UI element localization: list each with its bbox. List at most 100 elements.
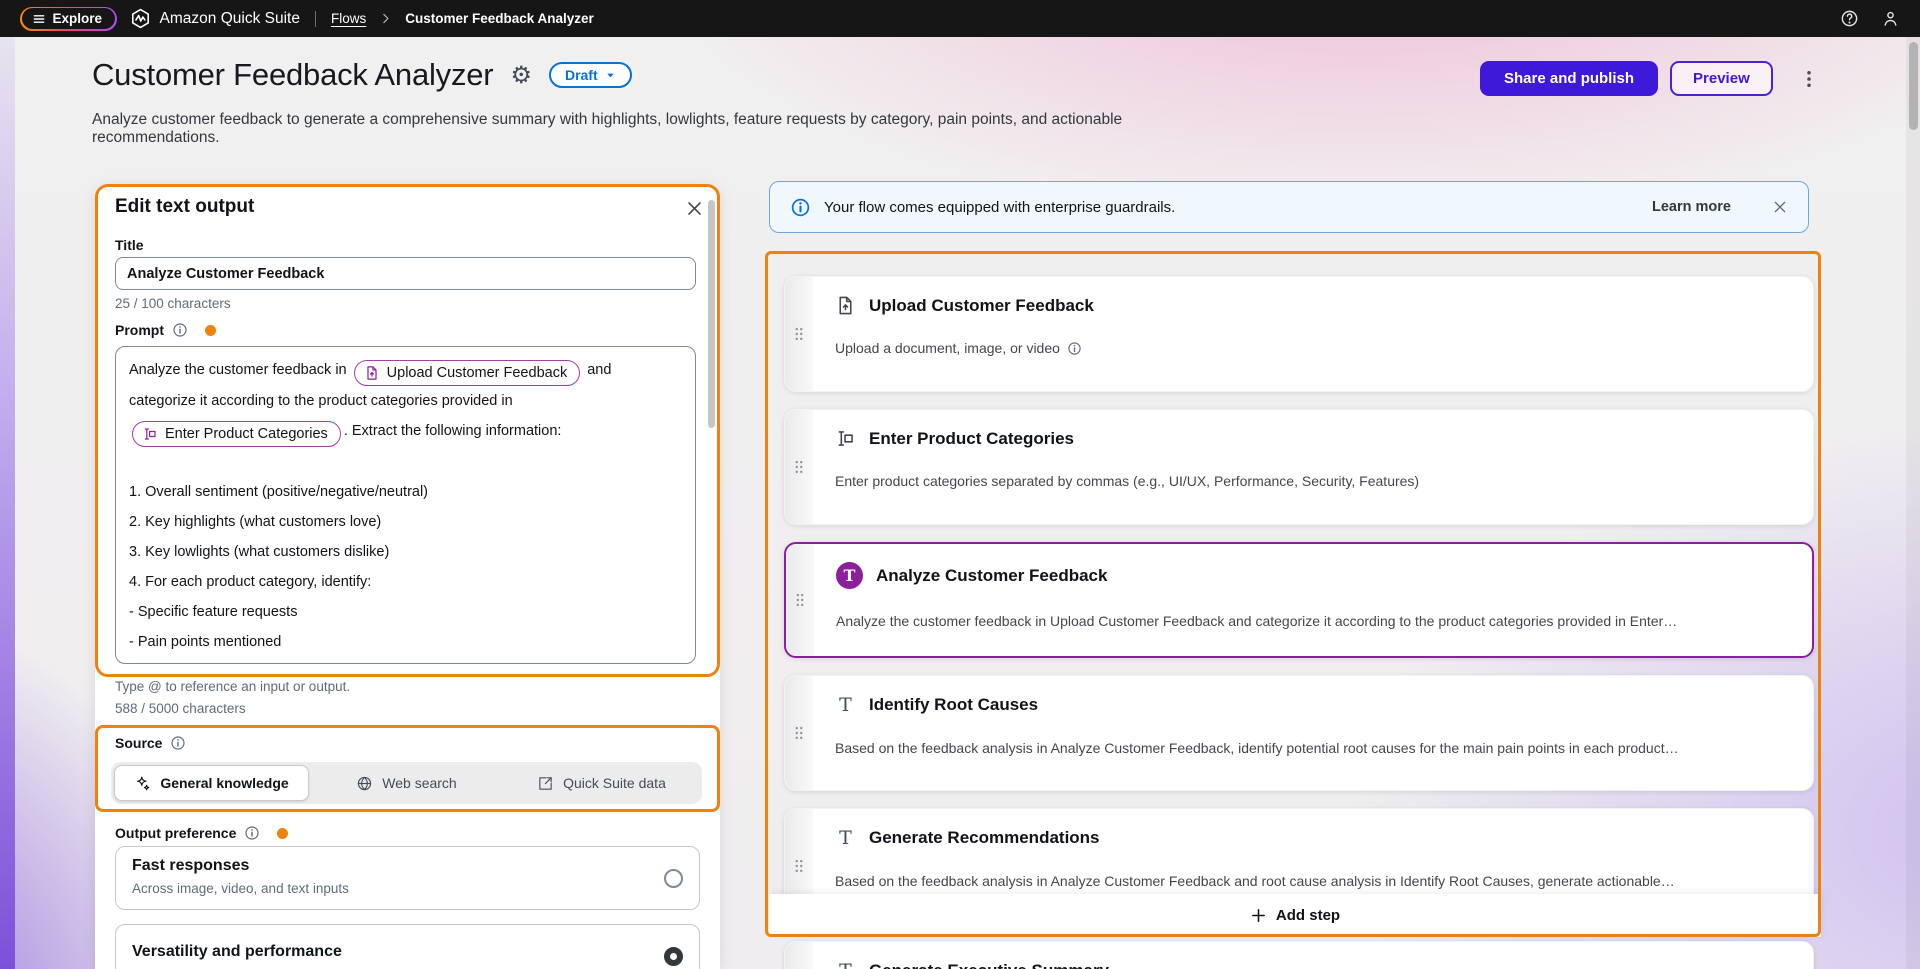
text-input-icon [142,426,158,442]
share-and-publish-button[interactable]: Share and publish [1480,61,1658,96]
prompt-scrollbar-thumb[interactable] [708,200,715,428]
banner-close-icon[interactable] [1772,199,1788,215]
info-icon [790,197,811,218]
title-field-label: Title [115,237,144,253]
output-preference-status-dot [277,828,288,839]
step-card-body: TGenerate RecommendationsBased on the fe… [813,809,1813,889]
breadcrumb-flows-link[interactable]: Flows [331,11,366,26]
step-description: Based on the feedback analysis in Analyz… [835,740,1787,756]
page-scrollbar-thumb[interactable] [1909,42,1918,130]
drag-handle[interactable] [785,942,813,969]
drag-handle[interactable] [785,277,813,391]
step-card-upload-customer-feedback[interactable]: Upload Customer FeedbackUpload a documen… [784,276,1814,392]
option-versatility-performance[interactable]: Versatility and performance [115,924,700,969]
prompt-reference-pill[interactable]: Enter Product Categories [132,421,341,447]
step-title: Upload Customer Feedback [869,296,1094,316]
top-navigation-bar: Explore Amazon Quick Suite Flows Custome… [0,0,1920,37]
sparkle-icon [134,775,151,792]
brand-name: Amazon Quick Suite [160,10,300,28]
close-panel-icon[interactable] [685,199,704,218]
drag-dots-icon [790,325,808,343]
user-account-icon[interactable] [1881,9,1900,28]
breadcrumb-current-page: Customer Feedback Analyzer [405,11,594,26]
step-title: Identify Root Causes [869,695,1038,715]
option-subtitle: Across image, video, and text inputs [132,881,349,896]
radio-selected[interactable] [664,947,683,966]
flow-settings-gear-icon[interactable]: ⚙ [510,63,532,87]
guardrails-banner: Your flow comes equipped with enterprise… [769,181,1809,233]
description-info-icon[interactable] [1067,341,1082,356]
drag-handle[interactable] [785,676,813,790]
title-input[interactable] [115,257,696,290]
step-description: Enter product categories separated by co… [835,473,1787,489]
prompt-editor[interactable]: Analyze the customer feedback in Upload … [115,346,696,664]
quick-suite-logo-icon [130,8,151,29]
page-title: Customer Feedback Analyzer [92,57,493,93]
page-header: Customer Feedback Analyzer ⚙ Draft [92,57,632,93]
main-canvas: Customer Feedback Analyzer ⚙ Draft Analy… [0,37,1920,969]
step-card-generate-executive-summary[interactable]: TGenerate Executive Summary [784,941,1814,969]
flow-description: Analyze customer feedback to generate a … [92,111,1212,147]
breadcrumb-divider [315,11,316,27]
prompt-field-label: Prompt [115,322,164,338]
upload-file-icon [364,365,380,381]
source-segmented-control: General knowledge Web search Quick Suite d… [111,762,702,804]
explore-label: Explore [53,11,103,26]
prompt-character-counter: 588 / 5000 characters [115,701,246,716]
source-label: Source [115,735,162,751]
chevron-right-icon [379,12,392,25]
panel-title: Edit text output [115,196,254,218]
option-fast-responses[interactable]: Fast responses Across image, video, and … [115,846,700,910]
source-option-quick-suite-data[interactable]: Quick Suite data [504,765,699,801]
step-card-body: TGenerate Executive Summary [813,942,1813,969]
header-actions: Share and publish Preview [1480,61,1819,96]
brand-home-link[interactable]: Amazon Quick Suite [130,8,300,29]
step-card-body: TIdentify Root CausesBased on the feedba… [813,676,1813,756]
prompt-reference-hint: Type @ to reference an input or output. [115,679,350,694]
explore-button[interactable]: Explore [20,7,117,31]
edit-text-output-panel: Edit text output Title 25 / 100 characte… [95,184,720,969]
source-option-label: Web search [382,775,456,791]
prompt-reference-pill[interactable]: Upload Customer Feedback [354,360,581,386]
source-info-icon[interactable] [170,735,186,751]
add-step-button[interactable]: Add step [769,894,1821,937]
help-icon[interactable] [1840,9,1859,28]
step-card-analyze-customer-feedback[interactable]: TAnalyze Customer FeedbackAnalyze the cu… [784,542,1814,658]
source-option-web-search[interactable]: Web search [309,765,504,801]
caret-down-icon [605,70,616,81]
prompt-info-icon[interactable] [172,322,188,338]
drag-dots-icon [790,458,808,476]
step-card-enter-product-categories[interactable]: Enter Product Categories Enter product ca… [784,409,1814,525]
upload-file-icon [835,295,856,316]
source-option-general-knowledge[interactable]: General knowledge [114,765,309,801]
screen: Explore Amazon Quick Suite Flows Custome… [0,0,1920,969]
drag-handle[interactable] [785,410,813,524]
learn-more-link[interactable]: Learn more [1652,199,1731,215]
step-description: Analyze the customer feedback in Upload … [836,613,1786,629]
step-title: Enter Product Categories [869,429,1074,449]
preview-button[interactable]: Preview [1670,61,1773,96]
source-option-label: General knowledge [160,775,288,791]
prompt-status-dot [205,325,216,336]
drag-handle[interactable] [786,544,814,656]
step-card-body: Upload Customer FeedbackUpload a documen… [813,277,1813,356]
plus-icon [1250,907,1267,924]
step-card-body: TAnalyze Customer FeedbackAnalyze the cu… [814,544,1812,629]
option-title: Versatility and performance [132,943,342,961]
step-card-identify-root-causes[interactable]: TIdentify Root CausesBased on the feedba… [784,675,1814,791]
title-character-counter: 25 / 100 characters [115,296,231,311]
page-scrollbar-track[interactable] [1906,37,1920,969]
radio-unselected[interactable] [664,869,683,888]
more-options-kebab-icon[interactable] [1799,67,1819,91]
globe-icon [356,775,373,792]
step-title: Generate Recommendations [869,828,1100,848]
text-step-selected-badge-icon: T [836,562,863,589]
text-input-icon [835,428,856,449]
output-preference-label: Output preference [115,825,236,841]
output-preference-info-icon[interactable] [244,825,260,841]
add-step-label: Add step [1276,907,1340,924]
drag-dots-icon [790,857,808,875]
drag-dots-icon [791,591,809,609]
data-icon [537,775,554,792]
draft-status-dropdown[interactable]: Draft [549,62,632,88]
